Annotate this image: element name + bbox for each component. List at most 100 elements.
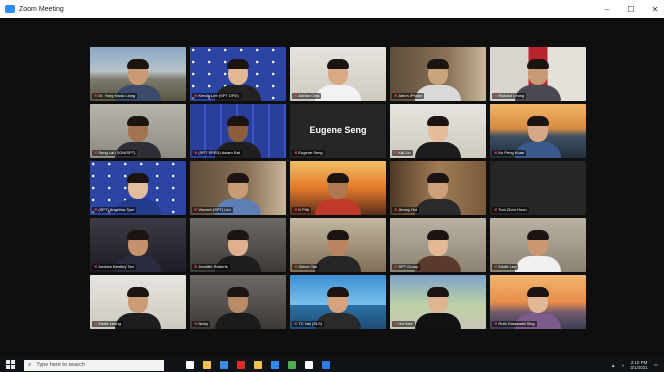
mic-muted-icon: ✖ [294, 150, 298, 155]
participant-name: Vincent (SPT) Lim [198, 207, 231, 212]
participant-tile[interactable]: ✖ (SPT SPED) Aslam Rai [190, 104, 286, 158]
mic-muted-icon: ✖ [494, 150, 498, 155]
participant-tile[interactable]: ✖ K Prib [290, 161, 386, 215]
taskbar-app-icon[interactable] [237, 361, 245, 369]
participant-name: Ruth Saraswati Sing [498, 321, 535, 326]
participant-tile[interactable]: ✖ Kenda Lee (SPT DPD) [190, 47, 286, 101]
participant-name: (SPT SPED) Aslam Rai [198, 150, 240, 155]
participant-name-tag: ✖ Richard Leong [492, 93, 527, 99]
participant-name-tag: ✖ Andrew Bentley Tan [92, 264, 136, 270]
mic-muted-icon: ✖ [394, 207, 398, 212]
participant-tile[interactable]: ✖ Adrian Chia [290, 47, 386, 101]
mic-muted-icon: ✖ [494, 93, 498, 98]
mic-muted-icon: ✖ [394, 321, 398, 326]
taskbar-app-icon[interactable] [203, 361, 211, 369]
participant-video [415, 173, 461, 215]
participant-video [315, 59, 361, 101]
participant-name-tag: ✖ TC Nai (SLS) [292, 321, 325, 327]
taskbar-app-icon[interactable] [305, 361, 313, 369]
taskbar-app-icon[interactable] [186, 361, 194, 369]
clock[interactable]: 3:10 PM 3/1/2021 [630, 360, 648, 370]
taskbar-app-icon[interactable] [288, 361, 296, 369]
participant-tile[interactable]: ✖ Jimmy Ooi [390, 161, 486, 215]
participant-name-tag: ✖ Alex's iPhone [392, 93, 425, 99]
participant-name-tag: ✖ Nicky [192, 321, 211, 327]
participant-name-tag: ✖ Ruth Saraswati Sing [492, 321, 537, 327]
mic-muted-icon: ✖ [494, 264, 498, 269]
participant-name: Eddie Leong [98, 321, 121, 326]
search-icon: ⌕ [28, 361, 32, 368]
taskbar-search[interactable]: ⌕ Type here to search [24, 359, 164, 371]
participant-video [415, 116, 461, 158]
participant-video [315, 230, 361, 272]
participant-tile[interactable]: ✖ Eddie Leong [90, 275, 186, 329]
participant-tile[interactable]: Eugene Seng ✖ Eugene Seng [290, 104, 386, 158]
participant-name-tag: ✖ Dr. Yong Kwok Liong [92, 93, 138, 99]
participant-name-tag: ✖ Eddie Lee [492, 264, 519, 270]
taskbar-app-icon[interactable] [220, 361, 228, 369]
mic-muted-icon: ✖ [94, 150, 98, 155]
participant-tile[interactable]: ✖ Dr. Yong Kwok Liong [90, 47, 186, 101]
participant-tile[interactable]: ✖ Eddie Lee [490, 218, 586, 272]
participant-name: Dr. Yong Kwok Liong [98, 93, 136, 98]
participant-tile[interactable]: ✖ Richard Leong [490, 47, 586, 101]
mic-muted-icon: ✖ [394, 93, 398, 98]
participant-tile[interactable]: ✖ TC Nai (SLS) [290, 275, 386, 329]
maximize-button[interactable]: ☐ [626, 5, 636, 14]
network-icon[interactable]: ▲ [611, 363, 615, 368]
volume-icon[interactable]: ◖ [621, 363, 624, 368]
window-title: Zoom Meeting [19, 5, 64, 13]
minimize-button[interactable]: – [602, 5, 612, 14]
participant-video [415, 287, 461, 329]
participant-name-tag: ✖ Kenda Lee (SPT DPD) [192, 93, 241, 99]
participant-tile[interactable]: ✖ Alex's iPhone [390, 47, 486, 101]
mic-muted-icon: ✖ [194, 321, 198, 326]
mic-muted-icon: ✖ [194, 264, 198, 269]
participant-tile[interactable]: ✖ SPT Group [390, 218, 486, 272]
taskbar-app-icon[interactable] [254, 361, 262, 369]
mic-muted-icon: ✖ [494, 321, 498, 326]
participant-tile[interactable]: ✖ Ruth Saraswati Sing [490, 275, 586, 329]
participant-tile[interactable]: ✖ Toni Zhen Hoon [490, 161, 586, 215]
participant-tile[interactable]: ✖ Andrew Bentley Tan [90, 218, 186, 272]
participant-name-tag: ✖ Seng Lai (SGN/SPT) [92, 150, 138, 156]
participant-tile[interactable]: ✖ Seng Lai (SGN/SPT) [90, 104, 186, 158]
participant-name: Adrian Chia [298, 93, 320, 98]
zoom-app-icon [5, 5, 15, 13]
close-button[interactable]: ✕ [650, 5, 660, 14]
taskbar-app-icon[interactable] [271, 361, 279, 369]
participant-tile[interactable]: ✖ Nicky [190, 275, 286, 329]
participant-tile[interactable]: ✖ Kai Lin [390, 104, 486, 158]
mic-muted-icon: ✖ [194, 150, 198, 155]
participant-name: Ku Peng Kuan [498, 150, 525, 155]
clock-date: 3/1/2021 [630, 365, 648, 370]
notification-icon[interactable]: ▭ [654, 362, 658, 368]
mic-muted-icon: ✖ [94, 264, 98, 269]
participant-name: Andrew Bentley Tan [98, 264, 134, 269]
participant-name: K Prib [298, 207, 310, 212]
participant-tile[interactable]: ✖ Ku Peng Kuan [490, 104, 586, 158]
mic-muted-icon: ✖ [294, 207, 298, 212]
start-button[interactable] [6, 360, 16, 370]
mic-muted-icon: ✖ [294, 264, 298, 269]
participant-name: Alex's iPhone [398, 93, 423, 98]
mic-muted-icon: ✖ [94, 321, 98, 326]
participant-tile[interactable]: ✖ Jennifer Roberts [190, 218, 286, 272]
participant-name: Jimmy Ooi [398, 207, 418, 212]
participant-name-tag: ✖ Simon Tan [292, 264, 320, 270]
participant-tile[interactable]: ✖ Simon Tan [290, 218, 386, 272]
mic-muted-icon: ✖ [194, 207, 198, 212]
participant-name-tag: ✖ Vincent (SPT) Lim [192, 207, 233, 213]
search-placeholder: Type here to search [36, 362, 85, 368]
participant-name-tag: ✖ Kai Lin [392, 150, 413, 156]
pinned-apps [186, 361, 330, 369]
participant-tile[interactable]: ✖ Vincent (SPT) Lim [190, 161, 286, 215]
participant-name-tag: ✖ Ku Peng Kuan [492, 150, 527, 156]
participant-video [215, 287, 261, 329]
participant-tile[interactable]: ✖ Hui Kee [390, 275, 486, 329]
mic-muted-icon: ✖ [94, 207, 98, 212]
participant-tile[interactable]: ✖ (SPT) Angelina Sym [90, 161, 186, 215]
mic-muted-icon: ✖ [294, 93, 298, 98]
taskbar-app-icon[interactable] [322, 361, 330, 369]
participant-name-tag: ✖ Toni Zhen Hoon [492, 207, 529, 213]
